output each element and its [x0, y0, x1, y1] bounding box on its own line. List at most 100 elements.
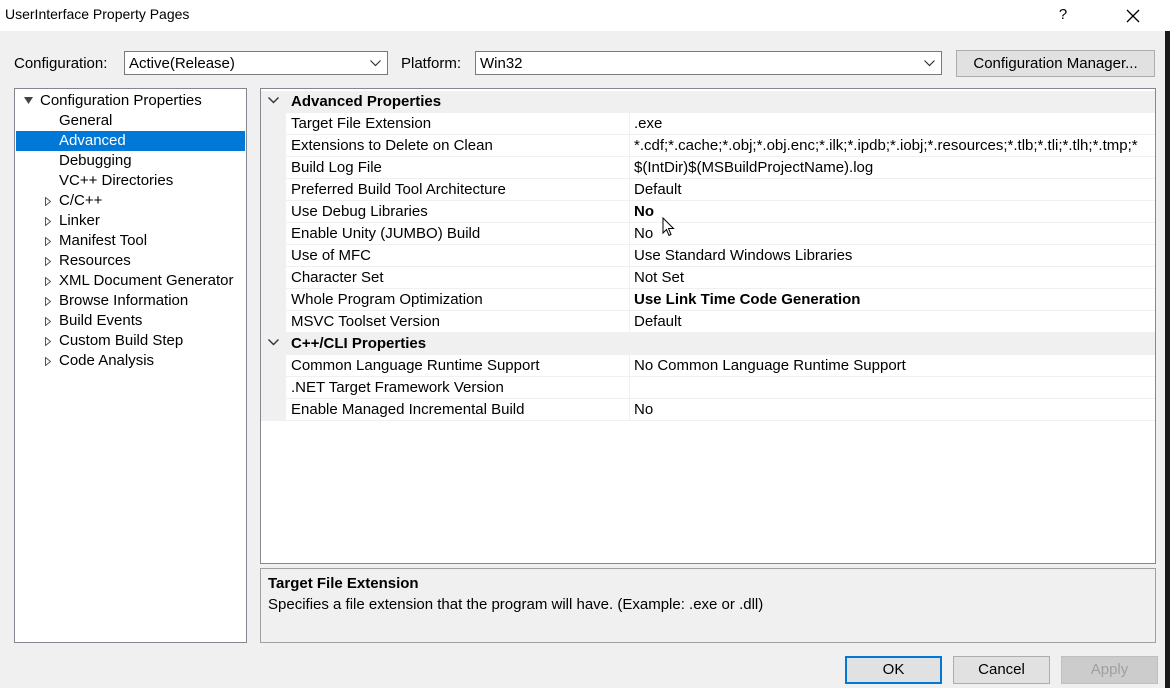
configuration-manager-button[interactable]: Configuration Manager... — [956, 50, 1155, 77]
property-name: .NET Target Framework Version — [291, 379, 504, 396]
property-value[interactable]: .exe — [634, 115, 662, 132]
property-row[interactable]: Enable Unity (JUMBO) Build No — [261, 223, 1155, 245]
platform-dropdown[interactable]: Win32 — [475, 51, 942, 75]
help-button[interactable]: ? — [1048, 0, 1078, 31]
property-value[interactable]: No — [634, 203, 654, 220]
description-title: Target File Extension — [268, 575, 419, 592]
property-value[interactable]: Use Link Time Code Generation — [634, 291, 860, 308]
column-divider — [629, 201, 630, 223]
column-divider — [629, 289, 630, 311]
property-name: Enable Managed Incremental Build — [291, 401, 525, 418]
row-gutter — [261, 311, 286, 333]
tree-item-resources[interactable]: Resources — [16, 251, 245, 271]
property-value[interactable]: Not Set — [634, 269, 684, 286]
property-row[interactable]: MSVC Toolset Version Default — [261, 311, 1155, 333]
cancel-button[interactable]: Cancel — [953, 656, 1050, 684]
tree-item-custom-build-step[interactable]: Custom Build Step — [16, 331, 245, 351]
collapsed-triangle-icon[interactable] — [45, 197, 51, 206]
tree-item-advanced[interactable]: Advanced — [16, 131, 245, 151]
tree-item-browse-information[interactable]: Browse Information — [16, 291, 245, 311]
property-row[interactable]: Build Log File $(IntDir)$(MSBuildProjectN… — [261, 157, 1155, 179]
collapsed-triangle-icon[interactable] — [45, 317, 51, 326]
property-row[interactable]: Preferred Build Tool Architecture Default — [261, 179, 1155, 201]
property-name: Character Set — [291, 269, 384, 286]
category-c-cli-properties[interactable]: C++/CLI Properties — [261, 333, 1155, 355]
tree-item-code-analysis[interactable]: Code Analysis — [16, 351, 245, 371]
property-value[interactable]: $(IntDir)$(MSBuildProjectName).log — [634, 159, 873, 176]
tree-root-configuration-properties[interactable]: Configuration Properties — [15, 91, 246, 111]
chevron-down-icon[interactable] — [268, 339, 279, 346]
collapsed-triangle-icon[interactable] — [45, 337, 51, 346]
configuration-label: Configuration: — [14, 55, 108, 72]
category-name: Advanced Properties — [291, 93, 442, 110]
tree-item-manifest-tool[interactable]: Manifest Tool — [16, 231, 245, 251]
property-row[interactable]: Target File Extension .exe — [261, 113, 1155, 135]
tree-item-label: Debugging — [59, 152, 132, 169]
description-panel: Target File Extension Specifies a file e… — [260, 568, 1156, 643]
row-gutter — [261, 223, 286, 245]
platform-label: Platform: — [401, 55, 462, 72]
property-value[interactable]: *.cdf;*.cache;*.obj;*.obj.enc;*.ilk;*.ip… — [634, 137, 1138, 154]
tree-item-xml-document-generator[interactable]: XML Document Generator — [16, 271, 245, 291]
tree-root-label: Configuration Properties — [40, 92, 202, 109]
tree-item-build-events[interactable]: Build Events — [16, 311, 245, 331]
property-row[interactable]: Use Debug Libraries No — [261, 201, 1155, 223]
tree-item-label: Browse Information — [59, 292, 189, 309]
tree-item-general[interactable]: General — [16, 111, 245, 131]
tree-item-label: VC++ Directories — [59, 172, 174, 189]
collapsed-triangle-icon[interactable] — [45, 357, 51, 366]
property-row[interactable]: .NET Target Framework Version — [261, 377, 1155, 399]
row-gutter — [261, 267, 286, 289]
property-row[interactable]: Use of MFC Use Standard Windows Libraries — [261, 245, 1155, 267]
ok-button[interactable]: OK — [845, 656, 942, 684]
row-gutter — [261, 245, 286, 267]
property-row[interactable]: Character Set Not Set — [261, 267, 1155, 289]
row-gutter — [261, 377, 286, 399]
property-row[interactable]: Whole Program Optimization Use Link Time … — [261, 289, 1155, 311]
tree-item-label: Build Events — [59, 312, 143, 329]
tree-item-label: Resources — [59, 252, 131, 269]
property-grid[interactable]: Advanced Properties Target File Extension… — [260, 88, 1156, 564]
property-tree[interactable]: Configuration Properties General Advanced… — [14, 88, 247, 643]
collapsed-triangle-icon[interactable] — [45, 277, 51, 286]
expanded-triangle-icon — [24, 97, 33, 104]
mouse-cursor-icon — [662, 217, 675, 237]
collapsed-triangle-icon[interactable] — [45, 257, 51, 266]
row-gutter — [261, 399, 286, 421]
column-divider — [629, 311, 630, 333]
property-name: Use Debug Libraries — [291, 203, 428, 220]
category-advanced-properties[interactable]: Advanced Properties — [261, 91, 1155, 113]
column-divider — [629, 179, 630, 201]
window-edge — [1165, 31, 1170, 688]
property-value[interactable]: No Common Language Runtime Support — [634, 357, 906, 374]
tree-item-c-c[interactable]: C/C++ — [16, 191, 245, 211]
property-name: Build Log File — [291, 159, 382, 176]
category-name: C++/CLI Properties — [291, 335, 427, 352]
property-value[interactable]: No — [634, 225, 653, 242]
chevron-down-icon[interactable] — [268, 97, 279, 104]
tree-item-label: Linker — [59, 212, 100, 229]
property-value[interactable]: Default — [634, 313, 682, 330]
property-row[interactable]: Enable Managed Incremental Build No — [261, 399, 1155, 421]
property-value[interactable]: Default — [634, 181, 682, 198]
collapsed-triangle-icon[interactable] — [45, 237, 51, 246]
row-gutter — [261, 355, 286, 377]
configuration-value: Active(Release) — [129, 55, 235, 72]
apply-button[interactable]: Apply — [1061, 656, 1158, 684]
chevron-down-icon — [370, 60, 381, 67]
property-value[interactable]: No — [634, 401, 653, 418]
tree-item-vc-directories[interactable]: VC++ Directories — [16, 171, 245, 191]
tree-item-label: Code Analysis — [59, 352, 155, 369]
close-button[interactable] — [1116, 0, 1150, 31]
collapsed-triangle-icon[interactable] — [45, 217, 51, 226]
collapsed-triangle-icon[interactable] — [45, 297, 51, 306]
close-icon — [1126, 9, 1140, 23]
row-gutter — [261, 113, 286, 135]
property-row[interactable]: Extensions to Delete on Clean *.cdf;*.cac… — [261, 135, 1155, 157]
tree-item-linker[interactable]: Linker — [16, 211, 245, 231]
row-gutter — [261, 179, 286, 201]
property-row[interactable]: Common Language Runtime Support No Common… — [261, 355, 1155, 377]
configuration-dropdown[interactable]: Active(Release) — [124, 51, 388, 75]
tree-item-debugging[interactable]: Debugging — [16, 151, 245, 171]
property-value[interactable]: Use Standard Windows Libraries — [634, 247, 852, 264]
